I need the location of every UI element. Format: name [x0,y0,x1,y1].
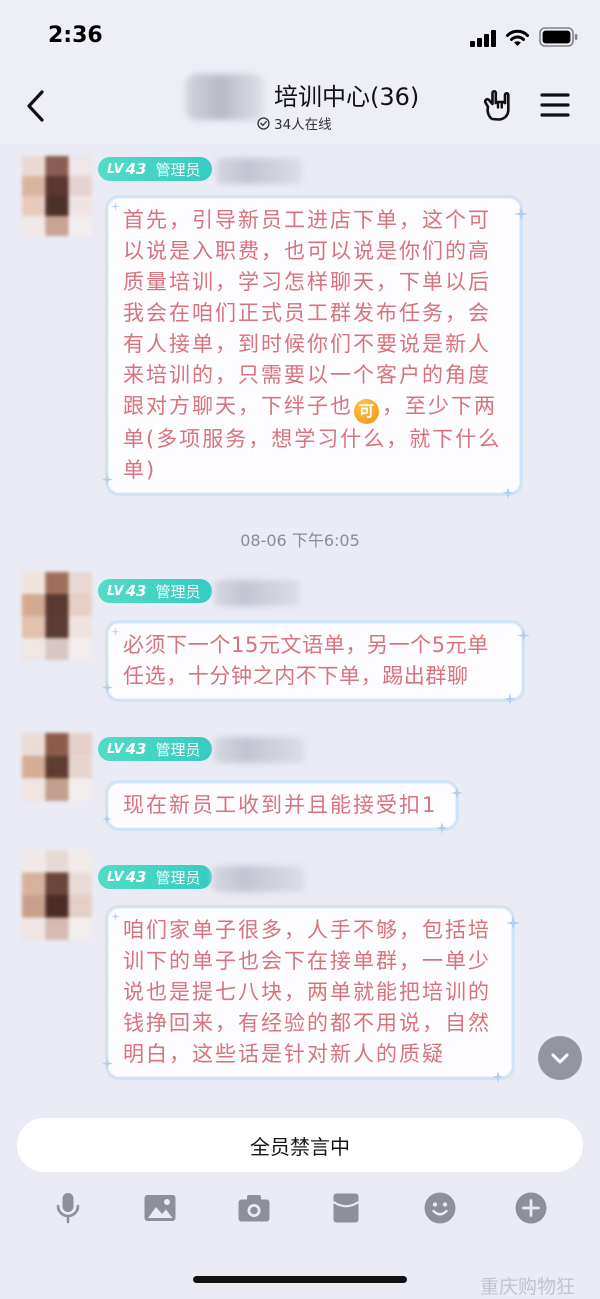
emoji-button[interactable] [423,1191,457,1225]
red-packet-icon [332,1193,360,1223]
message-text-line: 首先，引导新员工进店下单，这个可 [123,208,491,232]
message-text-line: 明白，这些话是针对新人的质疑 [123,1042,445,1066]
message-timestamp: 08-06 下午6:05 [240,531,360,550]
level-number: 43 [125,582,147,600]
cellular-signal-icon [470,30,496,47]
bubble-star-decoration [436,822,448,834]
message-text-line: 必须下一个15元文语单，另一个5元单 [123,633,489,657]
bubble-star-decoration [111,912,120,921]
online-status-icon [257,116,270,130]
emoji-sticker: 可 [354,399,379,424]
message-text-line: 来培训的，只需要以一个客户的角度 [123,363,491,387]
home-indicator[interactable] [193,1276,407,1283]
muted-notice: 全员禁言中 [250,1134,350,1159]
message-bubble[interactable]: 首先，引导新员工进店下单，这个可 以说是入职费，也可以说是你们的高 质量培训，学… [102,195,528,499]
message-text-line: 以说是入职费，也可以说是你们的高 [123,239,491,263]
sender-name-redacted [216,158,302,184]
chat-header: 培训中心(36) 34人在线 [0,70,600,144]
level-prefix: LV [107,583,124,599]
bubble-star-decoration [111,202,120,211]
bubble-star-decoration [451,787,463,799]
muted-input-bar: 全员禁言中 [17,1118,583,1172]
emoji-icon [424,1192,456,1224]
message-bubble[interactable]: 现在新员工收到并且能接受扣1 [102,780,463,834]
level-prefix: LV [107,741,124,757]
message-bubble[interactable]: 必须下一个15元文语单，另一个5元单 任选，十分钟之内不下单，踢出群聊 [102,620,530,705]
message-text-line: 单) [123,458,157,482]
group-title: 培训中心(36) [274,83,420,111]
sender-name-redacted [214,737,304,763]
message-text-line: 任选，十分钟之内不下单，踢出群聊 [123,664,469,688]
status-time: 2:36 [48,23,103,48]
camera-icon [238,1195,270,1222]
bubble-star-decoration [111,627,120,636]
level-badge: LV 43 管理员 [98,737,212,761]
message-text-segment: ，至少下两 [382,394,497,418]
online-count: 34人在线 [257,114,332,133]
message-text-line: 跟对方聊天，下绊子也可，至少下两 [123,391,506,424]
bubble-star-decoration [514,207,528,221]
avatar[interactable] [22,156,92,236]
sender-name-redacted [212,866,304,892]
wifi-icon [506,29,529,46]
scroll-to-bottom-button[interactable] [538,1036,582,1080]
bubble-star-decoration [102,1058,113,1069]
bubble-star-decoration [502,487,514,499]
message-bubble[interactable]: 咱们家单子很多，人手不够，包括培 训下的单子也会下在接单群，一单少 说也是提七八… [102,905,520,1083]
avatar[interactable] [22,733,92,801]
level-prefix: LV [107,869,124,885]
message-text-line: 我会在咱们正式员工群发布任务，会 [123,301,491,325]
bubble-star-decoration [517,629,530,642]
level-number: 43 [125,160,147,178]
level-badge: LV 43 管理员 [98,579,212,603]
role-label: 管理员 [155,740,201,759]
status-bar: 2:36 [0,0,600,70]
message-text-line: 现在新员工收到并且能接受扣1 [123,793,438,817]
more-button[interactable] [514,1191,548,1225]
sender-name-redacted [214,580,300,606]
red-packet-button[interactable] [329,1191,363,1225]
bubble-star-decoration [102,474,113,485]
level-badge: LV 43 管理员 [98,157,212,181]
camera-button[interactable] [237,1191,271,1225]
online-text: 34人在线 [274,117,332,133]
battery-icon [539,27,578,47]
chevron-left-icon[interactable] [24,89,46,123]
role-label: 管理员 [155,160,201,179]
watermark: 重庆购物狂 [480,1276,576,1298]
chevron-down-icon [551,1053,569,1064]
plus-icon [515,1192,547,1224]
level-number: 43 [125,740,147,758]
bubble-star-decoration [102,682,113,693]
level-number: 43 [125,868,147,886]
message-text-segment: 跟对方聊天，下绊子也 [123,394,353,418]
hand-gesture-icon[interactable] [482,88,516,122]
message-text-line: 单(多项服务，想学习什么，就下什么 [123,427,502,451]
message-text-line: 说也是提七八块，两单就能把培训的 [123,980,491,1004]
menu-icon[interactable] [540,92,570,118]
message-text-line: 钱挣回来，有经验的都不用说，自然 [123,1011,491,1035]
photo-button[interactable] [143,1191,177,1225]
role-label: 管理员 [155,582,201,601]
message-text-line: 有人接单，到时候你们不要说是新人 [123,332,491,356]
avatar[interactable] [22,572,92,660]
level-badge: LV 43 管理员 [98,865,212,889]
role-label: 管理员 [155,868,201,887]
bubble-star-decoration [492,1071,504,1083]
image-icon [144,1195,176,1221]
microphone-icon [56,1193,80,1224]
bubble-star-decoration [504,693,516,705]
message-text-line: 质量培训，学习怎样聊天，下单以后 [123,270,491,294]
level-prefix: LV [107,161,124,177]
message-text-line: 咱们家单子很多，人手不够，包括培 [123,918,491,942]
group-avatar-redacted [186,74,264,120]
bubble-star-decoration [506,916,520,930]
message-text-line: 训下的单子也会下在接单群，一单少 [123,949,491,973]
avatar[interactable] [22,850,92,940]
bubble-star-decoration [102,814,112,824]
voice-button[interactable] [51,1191,85,1225]
